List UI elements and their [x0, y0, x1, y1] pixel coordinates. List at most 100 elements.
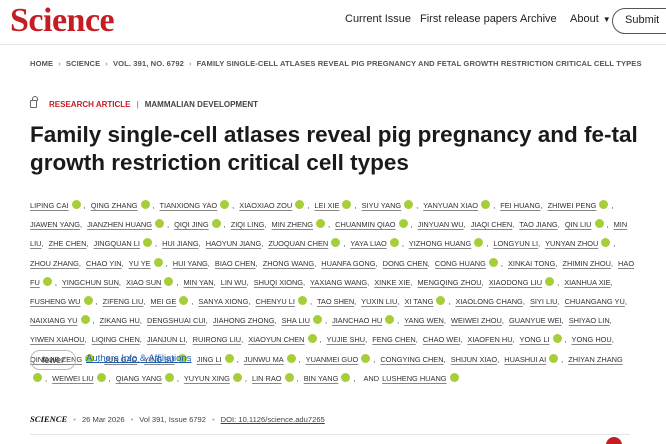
author-name[interactable]: ZHONG WANG: [263, 259, 314, 268]
author-name[interactable]: CONGYING CHEN: [380, 355, 443, 364]
orcid-icon[interactable]: [71, 200, 81, 209]
orcid-icon[interactable]: [295, 200, 305, 209]
author-name[interactable]: CHAO WEI: [423, 335, 460, 344]
orcid-icon[interactable]: [488, 257, 498, 267]
orcid-icon[interactable]: [361, 353, 371, 363]
author-name[interactable]: CHUANMIN QIAO: [335, 220, 395, 229]
orcid-icon[interactable]: [83, 296, 93, 306]
author-name[interactable]: YINGCHUN SUN: [62, 278, 119, 287]
author-name[interactable]: JIANCHAO HU: [332, 316, 382, 325]
author-name[interactable]: XIAODONG LIU: [489, 278, 542, 287]
author-name[interactable]: WEIWEI ZHOU: [451, 316, 502, 325]
author-name[interactable]: ZIFENG LIU: [103, 297, 144, 306]
orcid-icon[interactable]: [142, 238, 152, 248]
author-name[interactable]: YIWEN XIAHOU: [30, 335, 85, 344]
author-name[interactable]: MENGQING ZHOU: [418, 278, 482, 287]
orcid-icon[interactable]: [552, 334, 562, 344]
orcid-icon[interactable]: [601, 238, 611, 248]
author-name[interactable]: FENG CHEN: [372, 335, 416, 344]
author-name[interactable]: JINGQUAN LI: [94, 239, 140, 248]
orcid-icon[interactable]: [312, 315, 322, 325]
orcid-icon[interactable]: [80, 315, 90, 325]
author-name[interactable]: GUANYUE WEI: [509, 316, 562, 325]
author-name[interactable]: MIN YAN: [184, 278, 214, 287]
author-name[interactable]: XINKAI TONG: [508, 259, 555, 268]
share-icon[interactable]: [606, 437, 622, 444]
science-logo[interactable]: Science: [10, 2, 115, 40]
author-name[interactable]: LONGYUN LI: [493, 239, 538, 248]
breadcrumb-home[interactable]: HOME: [30, 59, 53, 68]
breadcrumb-science[interactable]: SCIENCE: [66, 59, 100, 68]
author-name[interactable]: JIANZHEN HUANG: [87, 220, 152, 229]
author-name[interactable]: XIAOLONG CHANG: [455, 297, 522, 306]
orcid-icon[interactable]: [385, 315, 395, 325]
author-name[interactable]: DENGSHUAI CUI: [147, 316, 206, 325]
author-name[interactable]: YUXIN LIU: [361, 297, 397, 306]
orcid-icon[interactable]: [449, 372, 459, 382]
orcid-icon[interactable]: [342, 200, 352, 209]
author-name[interactable]: MEI GE: [150, 297, 176, 306]
orcid-icon[interactable]: [164, 372, 174, 382]
orcid-icon[interactable]: [232, 372, 242, 382]
author-name[interactable]: YUYUN XING: [184, 374, 230, 383]
orcid-icon[interactable]: [42, 276, 52, 286]
author-name[interactable]: YONG LI: [520, 335, 550, 344]
author-name[interactable]: LIN RAO: [252, 374, 282, 383]
orcid-icon[interactable]: [316, 219, 326, 229]
authors-info-affiliations-link[interactable]: Authors Info & Affiliations: [86, 353, 191, 364]
author-name[interactable]: JIAWEN YANG: [30, 220, 80, 229]
author-name[interactable]: XIAOFEN HU: [467, 335, 512, 344]
nav-first-release-papers[interactable]: First release papers: [420, 13, 517, 25]
author-name[interactable]: YUNYAN ZHOU: [545, 239, 598, 248]
orcid-icon[interactable]: [164, 276, 174, 286]
author-name[interactable]: JIANJUN LI: [147, 335, 186, 344]
author-name[interactable]: CHAO YIN: [86, 259, 122, 268]
submit-button[interactable]: Submit: [612, 8, 666, 34]
author-name[interactable]: MIN ZHENG: [272, 220, 313, 229]
author-name[interactable]: ZHOU ZHANG: [30, 259, 79, 268]
orcid-icon[interactable]: [220, 200, 230, 209]
author-name[interactable]: DONG CHEN: [383, 259, 428, 268]
orcid-icon[interactable]: [224, 353, 234, 363]
author-name[interactable]: YUJIE SHU: [327, 335, 366, 344]
author-name[interactable]: YONG HOU: [572, 335, 612, 344]
author-name[interactable]: QIQI JING: [174, 220, 209, 229]
author-name[interactable]: XIANHUA XIE: [564, 278, 610, 287]
author-name[interactable]: JINYUAN WU: [418, 220, 464, 229]
orcid-icon[interactable]: [284, 372, 294, 382]
author-name[interactable]: JING LI: [197, 355, 222, 364]
author-name[interactable]: QIANG YANG: [116, 374, 162, 383]
author-name[interactable]: QING ZHANG: [91, 201, 138, 210]
article-subject[interactable]: MAMMALIAN DEVELOPMENT: [145, 100, 258, 109]
author-name[interactable]: JIAQI CHEN: [471, 220, 512, 229]
author-name[interactable]: YIZHONG HUANG: [409, 239, 471, 248]
author-name[interactable]: TAO JIANG: [519, 220, 557, 229]
author-name[interactable]: ZIKANG HU: [100, 316, 140, 325]
orcid-icon[interactable]: [297, 296, 307, 306]
author-name[interactable]: ZHE CHEN: [49, 239, 87, 248]
author-name[interactable]: XI TANG: [404, 297, 433, 306]
author-name[interactable]: SIYI LIU: [530, 297, 558, 306]
breadcrumb-volume[interactable]: VOL. 391, NO. 6792: [113, 59, 184, 68]
orcid-icon[interactable]: [398, 219, 408, 229]
author-name[interactable]: HUI YANG: [173, 259, 208, 268]
orcid-icon[interactable]: [389, 238, 399, 248]
author-name[interactable]: BIAO CHEN: [215, 259, 256, 268]
author-name[interactable]: SHIJUN XIAO: [451, 355, 497, 364]
author-name[interactable]: TAO SHEN: [317, 297, 354, 306]
orcid-icon[interactable]: [307, 334, 317, 344]
orcid-icon[interactable]: [96, 372, 106, 382]
author-name[interactable]: HUASHUI AI: [504, 355, 546, 364]
orcid-icon[interactable]: [154, 219, 164, 229]
author-name[interactable]: LEI XIE: [314, 201, 339, 210]
author-name[interactable]: YUANMEI GUO: [306, 355, 359, 364]
author-name[interactable]: XIAO SUN: [126, 278, 161, 287]
nav-current-issue[interactable]: Current Issue: [345, 13, 411, 25]
author-name[interactable]: CHUANGANG YU: [565, 297, 625, 306]
author-name[interactable]: ZIQI LING: [231, 220, 265, 229]
author-name[interactable]: YAXIANG WANG: [310, 278, 367, 287]
orcid-icon[interactable]: [404, 200, 414, 209]
orcid-icon[interactable]: [33, 372, 42, 382]
author-name[interactable]: SHUQI XIONG: [254, 278, 303, 287]
author-name[interactable]: NAIXIANG YU: [30, 316, 78, 325]
